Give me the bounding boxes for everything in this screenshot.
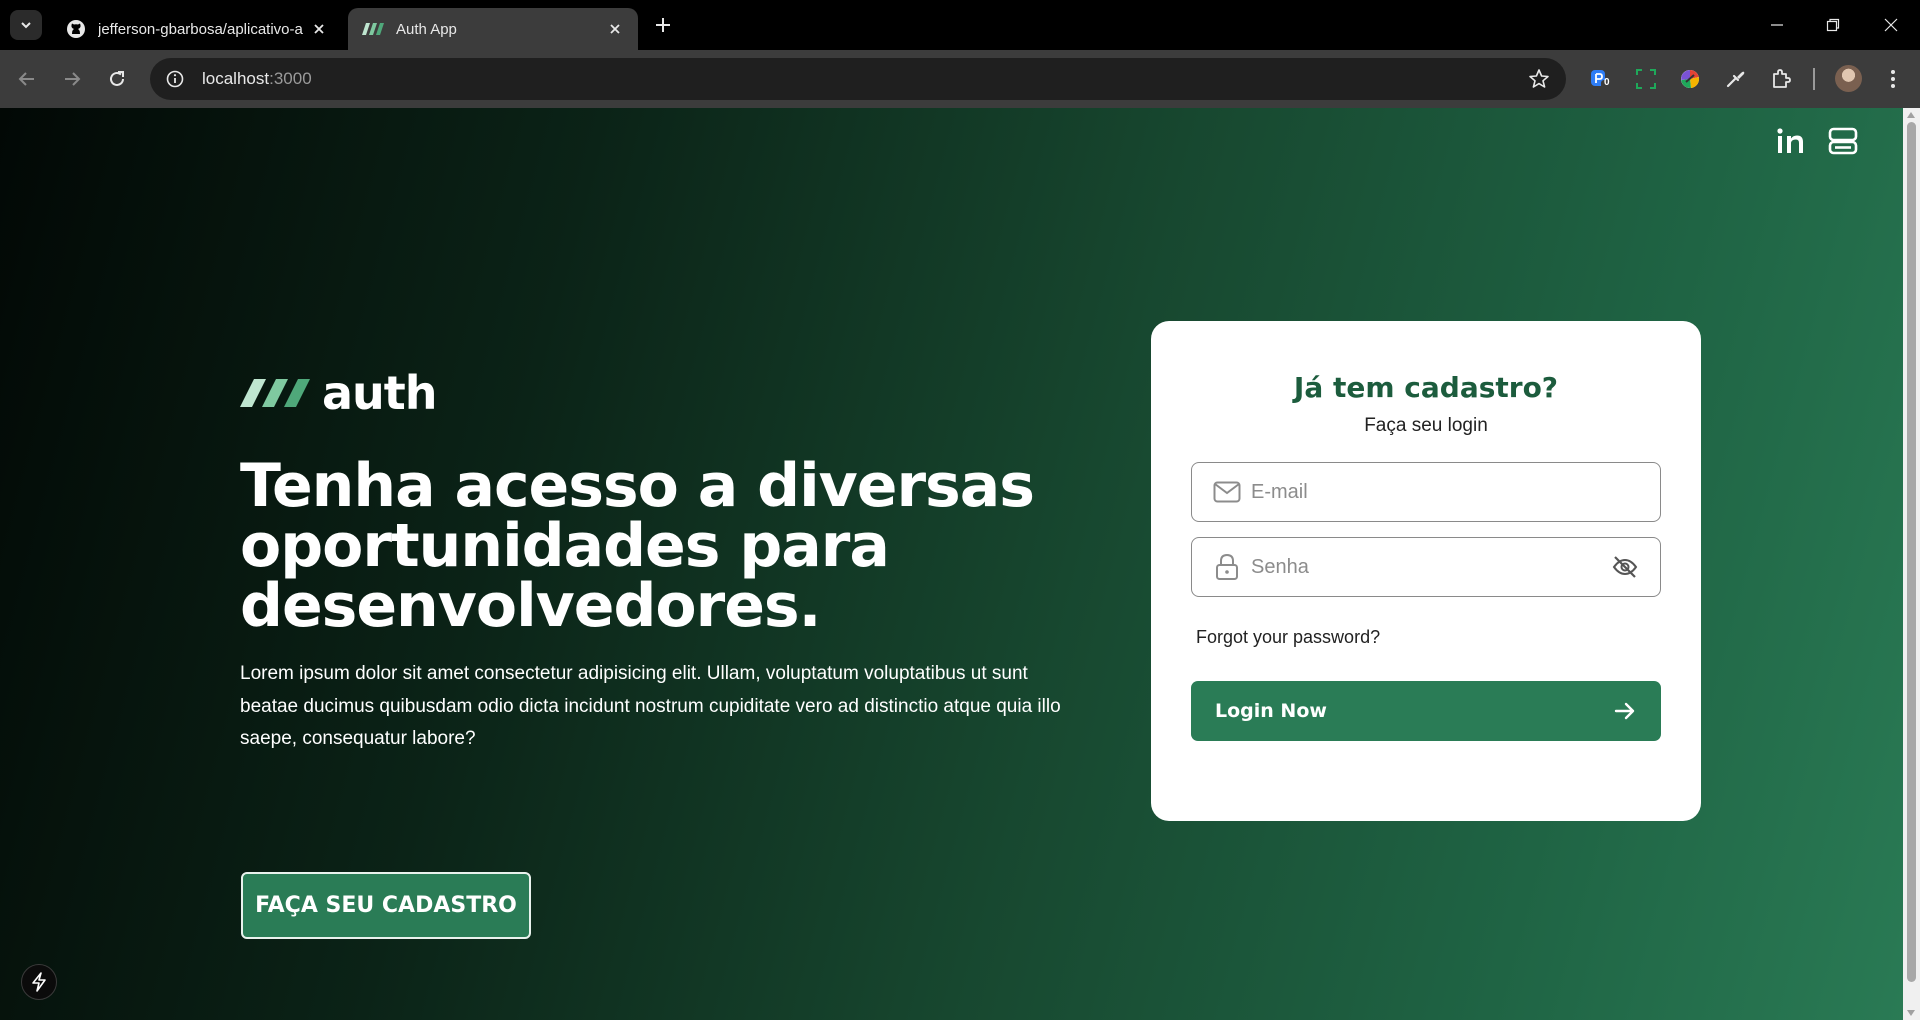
lightning-icon — [32, 972, 46, 992]
scroll-down-icon[interactable] — [1907, 1010, 1915, 1016]
url-host: localhost — [202, 69, 270, 88]
mail-icon — [1213, 478, 1241, 506]
minimize-button[interactable] — [1764, 12, 1790, 38]
login-button[interactable]: Login Now — [1191, 681, 1661, 741]
login-title: Já tem cadastro? — [1293, 371, 1559, 404]
close-icon[interactable] — [310, 20, 328, 38]
server-link[interactable] — [1826, 124, 1860, 158]
linkedin-icon — [1777, 128, 1803, 153]
minimize-icon — [1771, 24, 1783, 26]
social-links — [1774, 124, 1860, 158]
extension-button[interactable]: 0 — [1587, 66, 1613, 92]
hero-headline: Tenha acesso a diversas oportunidades pa… — [240, 451, 1035, 641]
page-scrollbar[interactable] — [1903, 108, 1920, 1020]
email-field[interactable] — [1191, 462, 1661, 522]
forgot-password-link[interactable]: Forgot your password? — [1196, 627, 1380, 648]
restore-icon — [1826, 18, 1840, 32]
email-input[interactable] — [1251, 463, 1660, 521]
tab-title: jefferson-gbarbosa/aplicativo-a — [98, 20, 303, 38]
url-text: localhost:3000 — [202, 69, 312, 89]
new-tab-button[interactable] — [652, 14, 674, 36]
browser-toolbar: localhost:3000 0 — [0, 50, 1920, 108]
auth-logo-icon — [240, 379, 310, 407]
back-button[interactable] — [14, 66, 40, 92]
brand-logo: auth — [240, 366, 438, 420]
extension-button[interactable] — [1677, 66, 1703, 92]
extension-badge: 0 — [1604, 77, 1610, 88]
dev-tools-badge[interactable] — [21, 964, 57, 1000]
screenshot-icon — [1636, 69, 1656, 89]
extension-button[interactable] — [1633, 66, 1659, 92]
extensions-menu-button[interactable] — [1768, 66, 1794, 92]
address-bar[interactable]: localhost:3000 — [150, 58, 1566, 100]
browser-menu-button[interactable] — [1880, 66, 1906, 92]
arrow-right-icon — [65, 72, 81, 86]
eyedropper-icon — [1726, 71, 1745, 88]
close-window-button[interactable] — [1878, 12, 1904, 38]
logo-text: auth — [322, 366, 438, 420]
profile-avatar[interactable] — [1835, 65, 1862, 92]
plus-icon — [656, 18, 670, 32]
more-vertical-icon — [1891, 70, 1895, 88]
auth-logo-icon — [362, 23, 384, 35]
login-button-label: Login Now — [1215, 700, 1327, 722]
password-field[interactable] — [1191, 537, 1661, 597]
tab-bar: jefferson-gbarbosa/aplicativo-a Auth App — [0, 0, 1920, 50]
arrow-right-icon — [1614, 702, 1635, 720]
reload-button[interactable] — [104, 66, 130, 92]
password-input[interactable] — [1251, 538, 1610, 596]
scroll-up-icon[interactable] — [1907, 112, 1915, 118]
extension-button[interactable] — [1722, 66, 1748, 92]
scroll-thumb[interactable] — [1907, 122, 1916, 982]
tab-search-button[interactable] — [10, 10, 42, 40]
color-wheel-icon — [1681, 69, 1700, 89]
tab-title: Auth App — [396, 20, 457, 38]
close-icon[interactable] — [606, 20, 624, 38]
bookmark-star-icon[interactable] — [1528, 68, 1550, 90]
reload-icon — [110, 71, 124, 86]
url-port: :3000 — [269, 69, 312, 88]
eye-off-icon[interactable] — [1610, 552, 1640, 582]
forward-button[interactable] — [59, 66, 85, 92]
puzzle-icon — [1773, 69, 1791, 88]
linkedin-link[interactable] — [1774, 124, 1808, 158]
github-icon — [67, 20, 85, 38]
close-icon — [1884, 18, 1898, 32]
arrow-left-icon — [18, 72, 34, 86]
login-subtitle: Faça seu login — [1364, 415, 1488, 436]
lock-icon — [1213, 553, 1241, 581]
toolbar-divider — [1813, 68, 1815, 90]
chevron-down-icon — [21, 22, 31, 29]
tab-auth-app[interactable]: Auth App — [348, 8, 638, 50]
tab-github[interactable]: jefferson-gbarbosa/aplicativo-a — [52, 8, 342, 50]
signup-button[interactable]: FAÇA SEU CADASTRO — [241, 872, 531, 939]
hero-description: Lorem ipsum dolor sit amet consectetur a… — [240, 663, 1061, 749]
restore-button[interactable] — [1820, 12, 1846, 38]
page-viewport: auth Tenha acesso a diversas oportunidad… — [0, 108, 1920, 1020]
site-info-icon[interactable] — [164, 68, 186, 90]
server-icon — [1828, 127, 1858, 155]
login-card: Já tem cadastro? Faça seu login Forgot y… — [1151, 321, 1701, 821]
